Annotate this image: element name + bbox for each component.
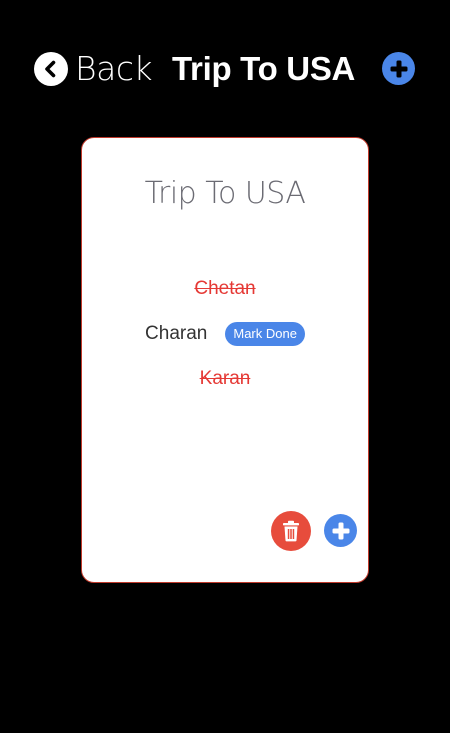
app-root: Back Trip To USA Trip To USA Chetan Char… xyxy=(0,0,450,733)
back-label: Back xyxy=(75,49,153,88)
plus-circle-icon xyxy=(330,520,352,542)
list-item: Chetan xyxy=(82,266,368,311)
member-list: Chetan Charan Mark Done Karan xyxy=(82,266,368,401)
add-button[interactable] xyxy=(382,52,415,85)
page-title: Trip To USA xyxy=(172,50,356,87)
back-button[interactable]: Back xyxy=(34,49,153,88)
header: Back Trip To USA xyxy=(0,44,450,94)
list-item: Charan Mark Done xyxy=(82,311,368,356)
add-member-button[interactable] xyxy=(324,514,357,547)
card-title: Trip To USA xyxy=(144,176,306,211)
delete-button[interactable] xyxy=(271,511,311,551)
member-name: Charan xyxy=(145,322,208,344)
member-name: Karan xyxy=(199,367,251,389)
member-name: Chetan xyxy=(194,277,256,299)
chevron-left-circle-icon xyxy=(34,52,68,86)
list-item: Karan xyxy=(82,356,368,401)
plus-circle-icon xyxy=(388,58,410,80)
mark-done-button[interactable]: Mark Done xyxy=(225,321,305,346)
trip-card: Trip To USA Chetan Charan Mark Done Kara… xyxy=(81,137,369,583)
trash-icon xyxy=(281,520,301,542)
